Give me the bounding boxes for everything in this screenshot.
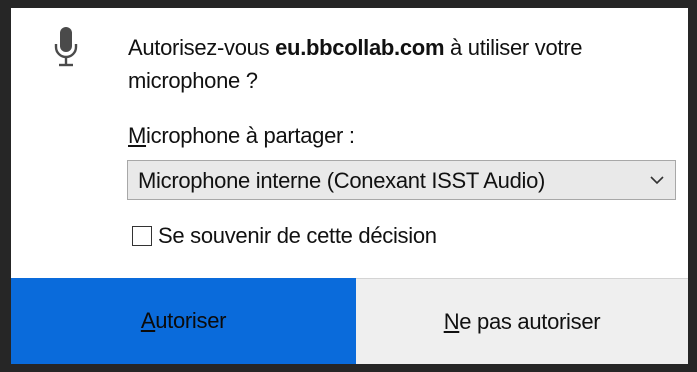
deny-button-label: e pas autoriser (459, 308, 601, 334)
microphone-permission-dialog: Autorisez-vous eu.bbcollab.com à utilise… (11, 8, 688, 364)
remember-decision-checkbox[interactable] (132, 226, 152, 246)
microphone-device-select[interactable]: Microphone interne (Conexant ISST Audio) (127, 160, 676, 200)
prompt-text-before: Autorisez-vous (128, 35, 276, 60)
remember-decision-label[interactable]: Se souvenir de cette décision (158, 223, 437, 249)
allow-button-accelerator: A (140, 308, 156, 333)
window-frame: Autorisez-vous eu.bbcollab.com à utilise… (0, 0, 697, 372)
deny-button-accelerator: N (443, 308, 460, 334)
deny-button[interactable]: Ne pas autoriser (356, 278, 688, 364)
share-label-text: icrophone à partager : (146, 123, 355, 148)
requesting-domain: eu.bbcollab.com (275, 35, 445, 60)
allow-button[interactable]: Autoriser (11, 278, 356, 364)
microphone-share-label: Microphone à partager : (128, 123, 355, 149)
selected-device: Microphone interne (Conexant ISST Audio) (138, 168, 546, 193)
allow-button-label: utoriser (155, 308, 227, 333)
share-label-accelerator: M (128, 123, 147, 148)
microphone-icon (54, 27, 78, 67)
permission-prompt: Autorisez-vous eu.bbcollab.com à utilise… (128, 31, 648, 97)
chevron-down-icon (650, 176, 664, 185)
